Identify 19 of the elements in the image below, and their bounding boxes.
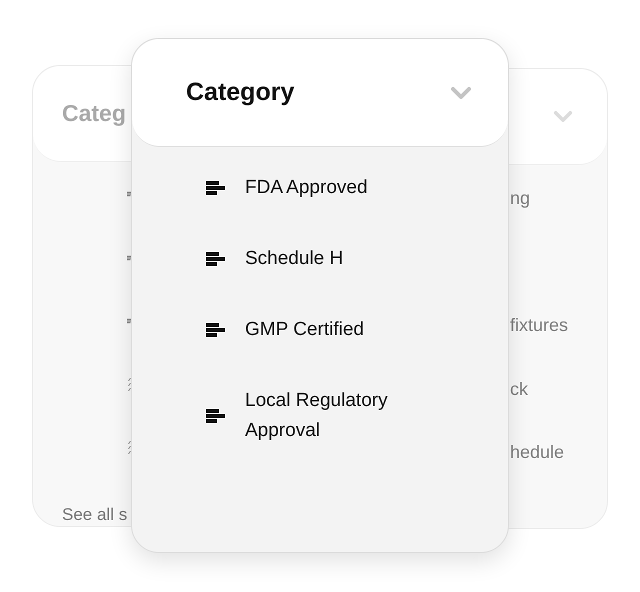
bars-icon [206, 323, 225, 337]
bars-icon [206, 181, 225, 195]
option-label[interactable]: GMP Certified [245, 315, 435, 345]
bars-icon [206, 252, 225, 266]
dropdown-title: Category [186, 78, 294, 107]
dropdown-header[interactable]: Category [132, 39, 508, 147]
option-label[interactable]: ck [510, 378, 528, 398]
option-label[interactable]: FDA Approved [245, 173, 435, 203]
option-label[interactable]: ng [510, 188, 530, 208]
chevron-down-icon[interactable] [553, 110, 573, 123]
option-label[interactable]: Local Regulatory Approval [245, 386, 435, 446]
option-label[interactable]: Schedule H [245, 244, 435, 274]
chevron-down-icon[interactable] [450, 86, 472, 100]
bars-icon [206, 409, 225, 423]
option-label[interactable]: hedule [510, 442, 564, 462]
slashes-icon [127, 441, 133, 455]
slashes-icon [127, 378, 133, 392]
dropdown-title: Categ [62, 100, 126, 127]
option-label[interactable]: fixtures [510, 315, 568, 335]
